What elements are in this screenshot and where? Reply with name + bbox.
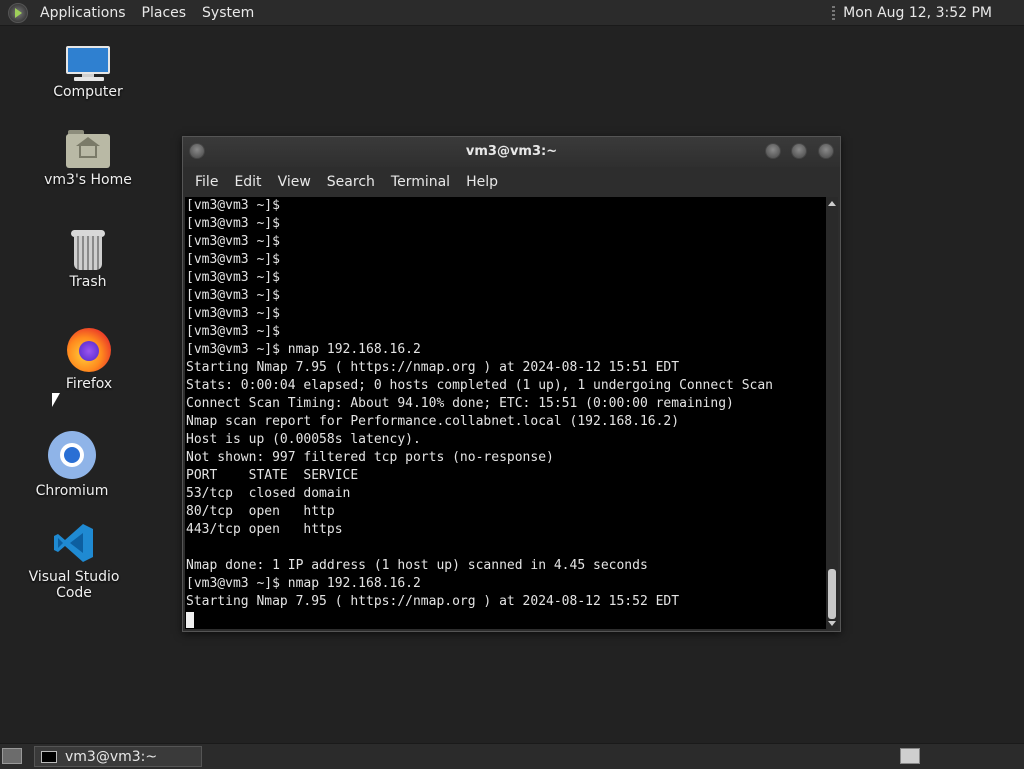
- firefox-icon: [67, 328, 111, 372]
- clock[interactable]: Mon Aug 12, 3:52 PM: [843, 5, 992, 21]
- top-panel: Applications Places System Mon Aug 12, 3…: [0, 0, 1024, 26]
- computer-icon: [64, 46, 112, 81]
- terminal-line: Stats: 0:00:04 elapsed; 0 hosts complete…: [186, 378, 773, 393]
- bottom-panel: vm3@vm3:~: [0, 743, 1024, 769]
- top-panel-right: Mon Aug 12, 3:52 PM: [832, 0, 1024, 25]
- desktop-icon-label: Firefox: [65, 376, 113, 392]
- terminal-line: [vm3@vm3 ~]$: [186, 198, 280, 213]
- terminal-cursor-line: [185, 611, 826, 629]
- terminal-line: Nmap done: 1 IP address (1 host up) scan…: [186, 558, 648, 573]
- top-menu: Applications Places System: [32, 0, 262, 25]
- terminal-line: Starting Nmap 7.95 ( https://nmap.org ) …: [186, 594, 680, 609]
- terminal-line: [vm3@vm3 ~]$ nmap 192.168.16.2: [186, 342, 421, 357]
- terminal-line: [vm3@vm3 ~]$: [186, 288, 280, 303]
- desktop-icon-label: Computer: [53, 84, 123, 100]
- taskbar-window-label: vm3@vm3:~: [65, 748, 158, 765]
- terminal-window[interactable]: vm3@vm3:~ File Edit View Search Terminal…: [182, 136, 841, 632]
- close-icon[interactable]: [818, 143, 834, 159]
- terminal-output[interactable]: [vm3@vm3 ~]$ [vm3@vm3 ~]$ [vm3@vm3 ~]$ [vm3…: [185, 197, 826, 629]
- terminal-line: [vm3@vm3 ~]$ nmap 192.168.16.2: [186, 576, 421, 591]
- desktop-icon-label: vm3's Home: [44, 172, 132, 188]
- terminal-line: Starting Nmap 7.95 ( https://nmap.org ) …: [186, 360, 680, 375]
- terminal-scrollbar[interactable]: [826, 197, 838, 629]
- menu-help[interactable]: Help: [458, 174, 506, 190]
- terminal-line: 443/tcp open https: [186, 522, 343, 537]
- desktop-icon-label: Visual Studio Code: [28, 569, 120, 601]
- menu-view[interactable]: View: [270, 174, 319, 190]
- terminal-line: [vm3@vm3 ~]$: [186, 216, 280, 231]
- terminal-icon: [41, 750, 57, 763]
- desktop-icon-label: Chromium: [35, 483, 109, 499]
- terminal-line: Nmap scan report for Performance.collabn…: [186, 414, 680, 429]
- menu-places[interactable]: Places: [134, 5, 195, 21]
- maximize-icon[interactable]: [791, 143, 807, 159]
- minimize-icon[interactable]: [765, 143, 781, 159]
- vscode-icon: [52, 521, 96, 565]
- menu-terminal[interactable]: Terminal: [383, 174, 458, 190]
- terminal-line: [vm3@vm3 ~]$: [186, 252, 280, 267]
- scroll-up-arrow-icon[interactable]: [828, 201, 836, 206]
- terminal-line: Host is up (0.00058s latency).: [186, 432, 421, 447]
- menu-system[interactable]: System: [194, 5, 262, 21]
- scroll-down-arrow-icon[interactable]: [828, 621, 836, 626]
- desktop-icon-home[interactable]: vm3's Home: [28, 130, 148, 188]
- menu-file[interactable]: File: [187, 174, 226, 190]
- workspace-switcher[interactable]: [900, 748, 920, 764]
- menu-search[interactable]: Search: [319, 174, 383, 190]
- terminal-line: Connect Scan Timing: About 94.10% done; …: [186, 396, 734, 411]
- terminal-line: PORT STATE SERVICE: [186, 468, 359, 483]
- applications-logo-icon[interactable]: [8, 2, 28, 23]
- terminal-line: [vm3@vm3 ~]$: [186, 306, 280, 321]
- scrollbar-thumb[interactable]: [828, 569, 836, 619]
- chromium-icon: [48, 431, 96, 479]
- taskbar-window-button[interactable]: vm3@vm3:~: [34, 746, 202, 767]
- terminal-line: [vm3@vm3 ~]$: [186, 234, 280, 249]
- terminal-lines: [vm3@vm3 ~]$ [vm3@vm3 ~]$ [vm3@vm3 ~]$ [vm3…: [185, 197, 826, 629]
- terminal-menu-bar: File Edit View Search Terminal Help: [183, 167, 840, 197]
- window-title: vm3@vm3:~: [465, 144, 558, 159]
- desktop-icon-trash[interactable]: Trash: [28, 230, 148, 290]
- desktop-icon-chromium[interactable]: Chromium: [12, 431, 132, 499]
- desktop-icon-firefox[interactable]: Firefox: [29, 328, 149, 392]
- terminal-line: 53/tcp closed domain: [186, 486, 351, 501]
- panel-separator-handle: [832, 5, 836, 20]
- desktop-icon-label: Trash: [69, 274, 107, 290]
- mouse-pointer-icon: [52, 393, 60, 407]
- terminal-line: Not shown: 997 filtered tcp ports (no-re…: [186, 450, 554, 465]
- show-desktop-icon[interactable]: [2, 748, 22, 764]
- desktop-icon-computer[interactable]: Computer: [28, 46, 148, 100]
- menu-edit[interactable]: Edit: [226, 174, 269, 190]
- home-folder-icon: [66, 130, 110, 168]
- terminal-title-bar[interactable]: vm3@vm3:~: [183, 137, 840, 167]
- terminal-cursor: [186, 612, 194, 628]
- trash-icon: [71, 230, 105, 270]
- terminal-line: [vm3@vm3 ~]$: [186, 270, 280, 285]
- desktop-icon-vscode[interactable]: Visual Studio Code: [14, 521, 134, 601]
- menu-applications[interactable]: Applications: [32, 5, 134, 21]
- terminal-line: 80/tcp open http: [186, 504, 335, 519]
- terminal-line: [vm3@vm3 ~]$: [186, 324, 280, 339]
